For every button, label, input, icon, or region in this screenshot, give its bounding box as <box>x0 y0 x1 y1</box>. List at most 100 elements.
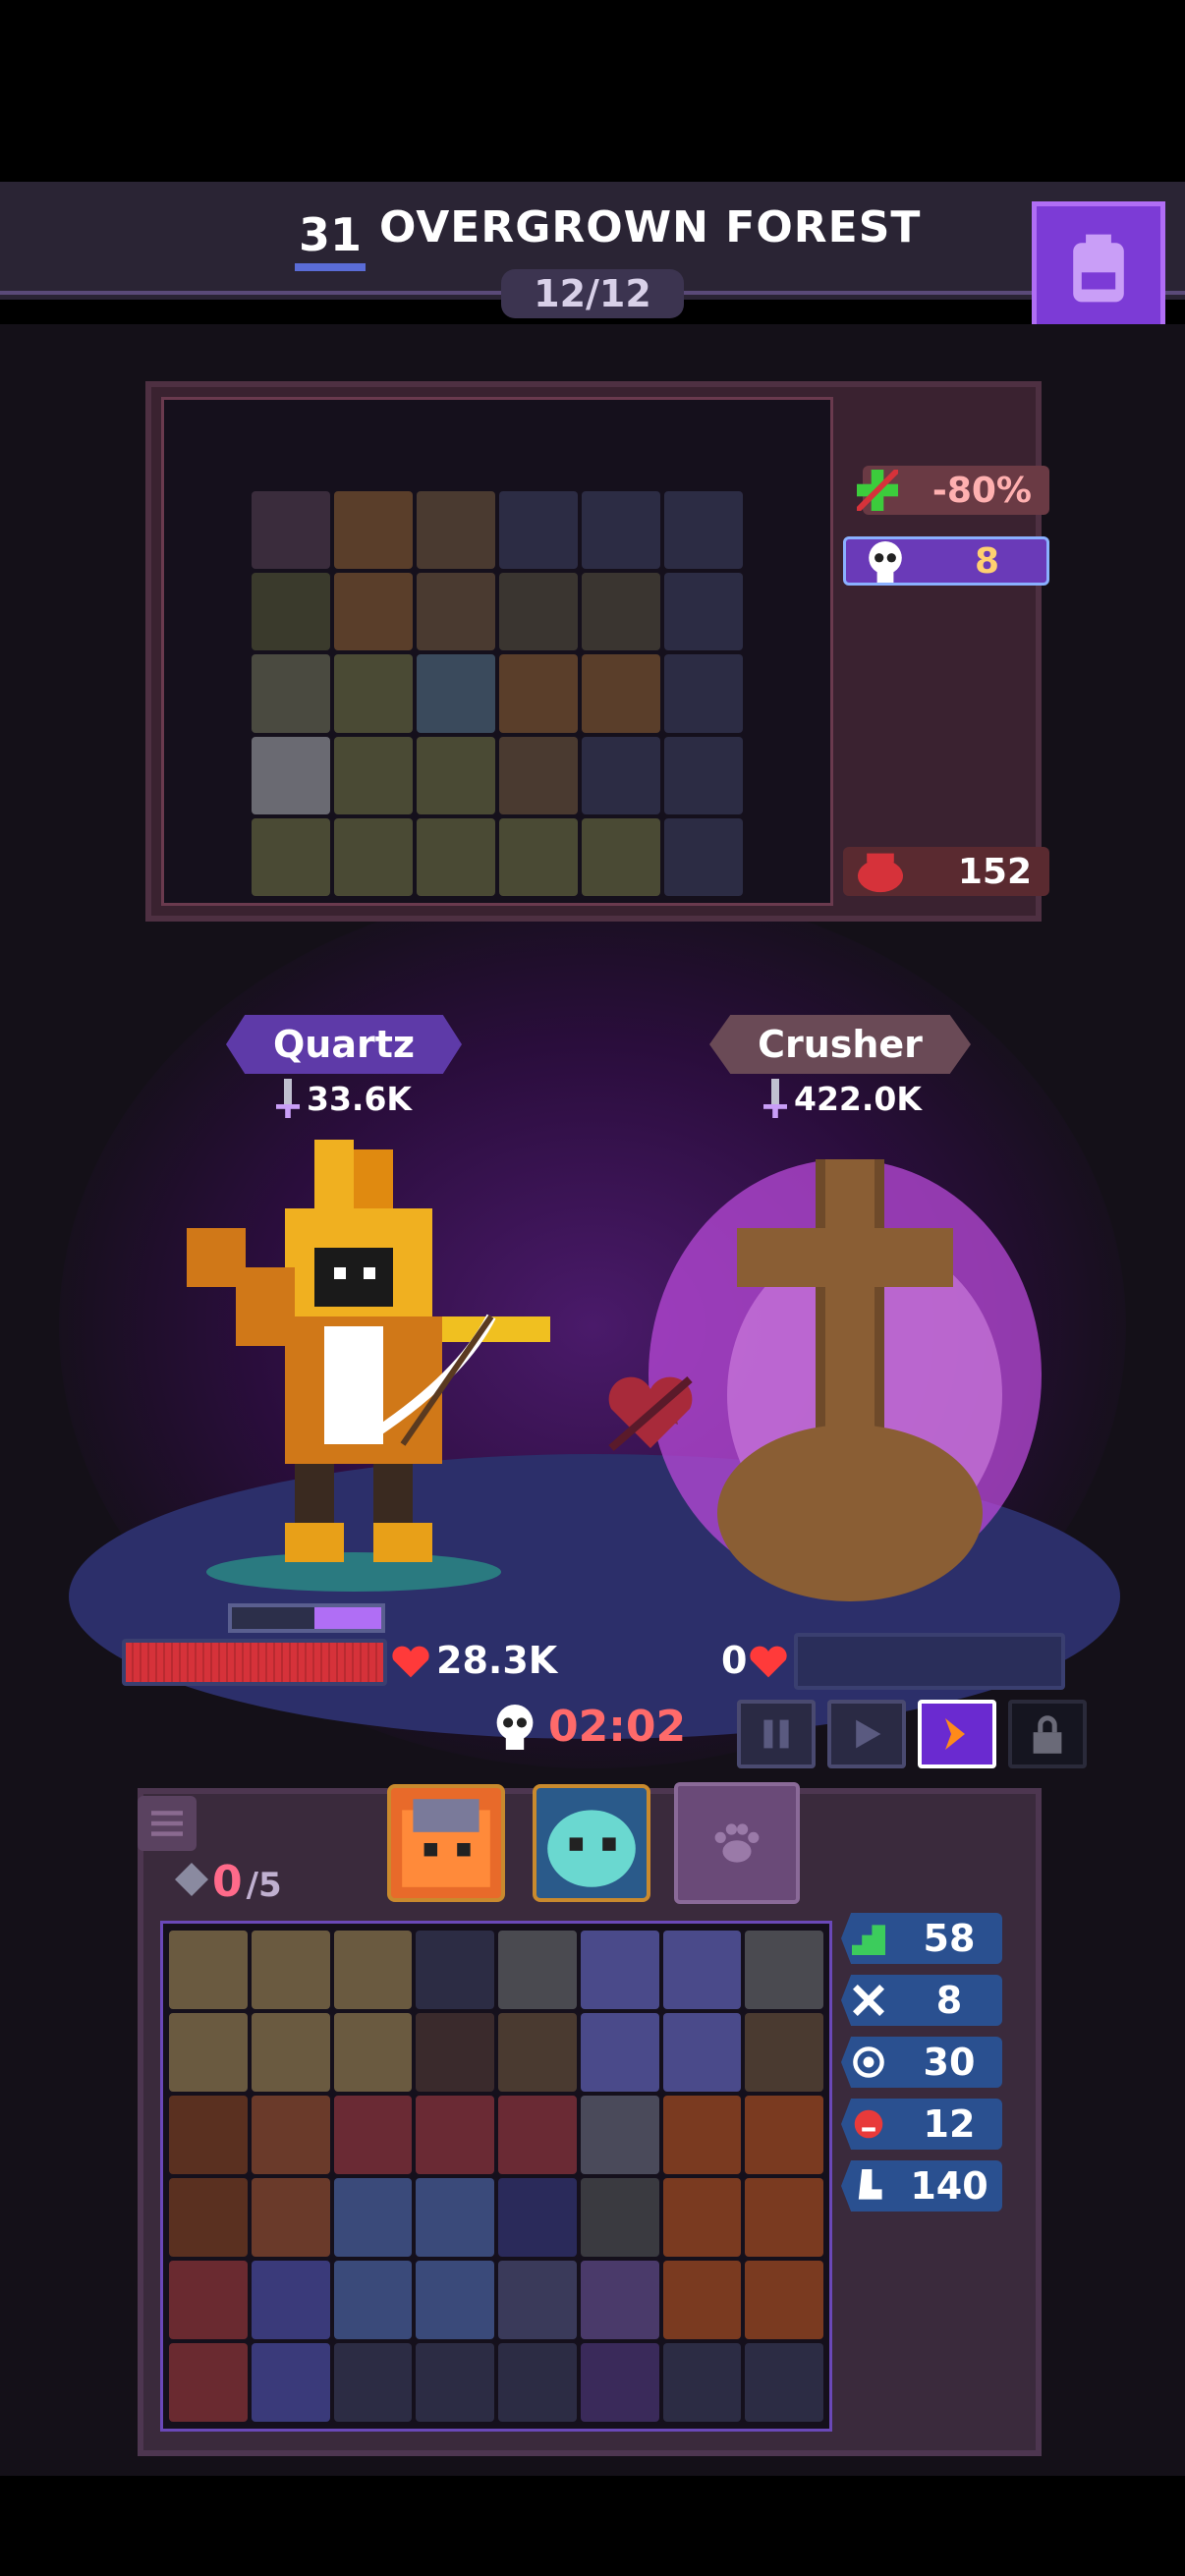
loot-slot[interactable] <box>499 491 578 570</box>
loot-slot[interactable] <box>582 491 660 570</box>
inventory-slot[interactable] <box>580 2096 659 2174</box>
enemy-sprite[interactable] <box>629 1110 1051 1601</box>
loot-slot[interactable] <box>252 736 330 814</box>
loot-slot[interactable] <box>664 654 743 733</box>
loot-slot[interactable] <box>582 573 660 651</box>
inventory-menu-button[interactable] <box>138 1796 197 1851</box>
fast-forward-icon <box>945 1718 965 1750</box>
inventory-slot[interactable] <box>498 2343 577 2422</box>
loot-slot[interactable] <box>499 573 578 651</box>
inventory-slot[interactable] <box>416 2343 494 2422</box>
loot-slot[interactable] <box>252 654 330 733</box>
loot-slot[interactable] <box>499 654 578 733</box>
inventory-slot[interactable] <box>169 2178 248 2257</box>
play-button[interactable] <box>827 1700 906 1768</box>
inventory-slot[interactable] <box>745 2096 823 2174</box>
inventory-slot[interactable] <box>662 2096 742 2174</box>
inventory-slot[interactable] <box>169 2096 248 2174</box>
loot-slot[interactable] <box>417 491 495 570</box>
inventory-slot[interactable] <box>498 2178 577 2257</box>
inventory-slot[interactable] <box>169 2013 248 2092</box>
inventory-slot[interactable] <box>498 2096 577 2174</box>
inventory-slot[interactable] <box>333 2013 413 2092</box>
inventory-slot[interactable] <box>333 2343 413 2422</box>
loot-slot[interactable] <box>417 573 495 651</box>
inventory-slot[interactable] <box>251 2343 330 2422</box>
inventory-slot[interactable] <box>745 2013 823 2092</box>
inventory-slot[interactable] <box>251 2096 330 2174</box>
hero-sprite[interactable] <box>177 1120 550 1592</box>
inventory-slot[interactable] <box>662 2261 742 2339</box>
loot-slot[interactable] <box>582 654 660 733</box>
loot-slot[interactable] <box>499 817 578 896</box>
inventory-slot[interactable] <box>662 2343 742 2422</box>
inventory-slot[interactable] <box>662 2178 742 2257</box>
loot-slot[interactable] <box>417 654 495 733</box>
loot-slot[interactable] <box>334 491 413 570</box>
loot-slot[interactable] <box>664 573 743 651</box>
loot-slot[interactable] <box>334 654 413 733</box>
loot-slot[interactable] <box>664 817 743 896</box>
inventory-slot[interactable] <box>745 2261 823 2339</box>
inventory-slot[interactable] <box>416 2013 494 2092</box>
loot-slot[interactable] <box>417 817 495 896</box>
inventory-slot[interactable] <box>251 2013 330 2092</box>
loot-slot[interactable] <box>417 736 495 814</box>
inventory-slot[interactable] <box>498 2013 577 2092</box>
hero-name: Quartz <box>272 1023 416 1066</box>
hero-energy-bar <box>228 1603 385 1633</box>
inventory-slot[interactable] <box>580 1931 659 2009</box>
lock-button[interactable] <box>1008 1700 1087 1768</box>
loot-slot[interactable] <box>582 736 660 814</box>
pet-slot-3-empty[interactable] <box>674 1782 800 1904</box>
inventory-slot[interactable] <box>580 2178 659 2257</box>
stat-value: 8 <box>896 1975 1002 2026</box>
inventory-slot[interactable] <box>333 2178 413 2257</box>
hero-name-tag: Quartz <box>226 1015 462 1074</box>
loot-slot[interactable] <box>252 817 330 896</box>
inventory-slot[interactable] <box>169 2343 248 2422</box>
lock-icon <box>1033 1715 1062 1754</box>
inventory-slot[interactable] <box>251 1931 330 2009</box>
loot-slot[interactable] <box>252 491 330 570</box>
inventory-slot[interactable] <box>416 1931 494 2009</box>
inventory-slot[interactable] <box>333 2096 413 2174</box>
inventory-slot[interactable] <box>580 2261 659 2339</box>
inventory-slot[interactable] <box>662 2013 742 2092</box>
inventory-slot[interactable] <box>580 2343 659 2422</box>
loot-slot[interactable] <box>582 817 660 896</box>
inventory-slot[interactable] <box>498 1931 577 2009</box>
inventory-slot[interactable] <box>745 2178 823 2257</box>
stat-row-demon: 12 <box>841 2099 1002 2150</box>
loot-slot[interactable] <box>664 736 743 814</box>
loot-slot[interactable] <box>334 736 413 814</box>
inventory-slot[interactable] <box>251 2261 330 2339</box>
backpack-button[interactable] <box>1032 201 1165 335</box>
bottom-bar <box>0 2476 1185 2576</box>
inventory-slot[interactable] <box>251 2178 330 2257</box>
pet-slot-1[interactable] <box>387 1784 505 1902</box>
inventory-slot[interactable] <box>416 2096 494 2174</box>
inventory-slot[interactable] <box>416 2261 494 2339</box>
pet-slot-2[interactable] <box>533 1784 650 1902</box>
inventory-slot[interactable] <box>169 1931 248 2009</box>
loot-slot[interactable] <box>334 817 413 896</box>
heal-modifier-pill: -80% <box>857 466 1049 515</box>
loot-slot[interactable] <box>664 491 743 570</box>
inventory-slot[interactable] <box>662 1931 742 2009</box>
inventory-slot[interactable] <box>333 2261 413 2339</box>
loot-slot[interactable] <box>499 736 578 814</box>
inventory-slot[interactable] <box>745 2343 823 2422</box>
loot-slot[interactable] <box>334 573 413 651</box>
inventory-slot[interactable] <box>580 2013 659 2092</box>
inventory-slot[interactable] <box>416 2178 494 2257</box>
inventory-slot[interactable] <box>169 2261 248 2339</box>
inventory-slot[interactable] <box>333 1931 413 2009</box>
heart-icon <box>750 1646 787 1678</box>
inventory-slot[interactable] <box>745 1931 823 2009</box>
fast-forward-button[interactable] <box>918 1700 996 1768</box>
loot-slot[interactable] <box>252 573 330 651</box>
hero-energy-fill <box>313 1607 381 1629</box>
pause-button[interactable] <box>737 1700 816 1768</box>
inventory-slot[interactable] <box>498 2261 577 2339</box>
